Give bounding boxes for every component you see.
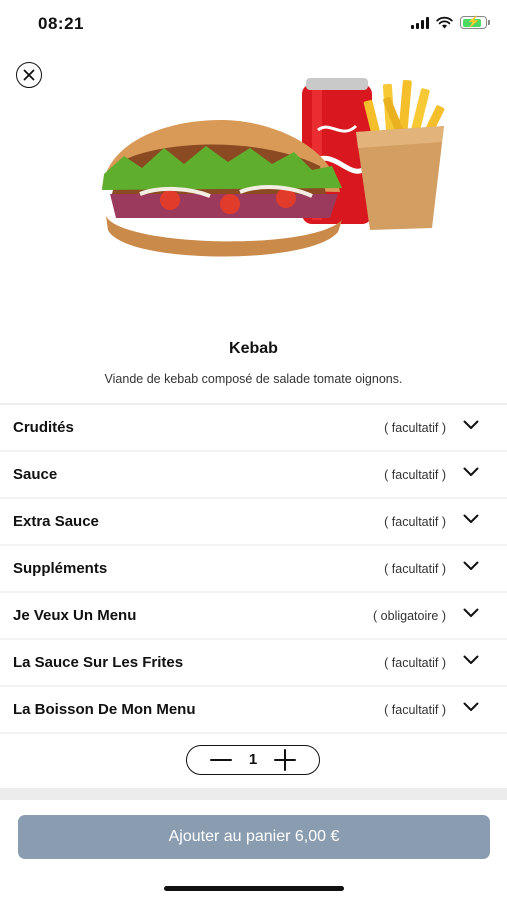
option-label: Sauce — [13, 466, 58, 483]
option-label: Crudités — [13, 419, 74, 436]
option-row-sauce[interactable]: Sauce ( facultatif ) — [0, 452, 507, 497]
option-label: Je Veux Un Menu — [13, 607, 137, 624]
option-requirement: ( facultatif ) — [384, 514, 446, 529]
option-row-menu-drink[interactable]: La Boisson De Mon Menu ( facultatif ) — [0, 687, 507, 732]
product-title: Kebab — [229, 340, 278, 357]
option-requirement: ( facultatif ) — [384, 655, 446, 670]
option-requirement: ( facultatif ) — [384, 561, 446, 576]
option-row-crudites[interactable]: Crudités ( facultatif ) — [0, 403, 507, 450]
chevron-down-icon — [463, 655, 479, 664]
divider — [0, 788, 507, 800]
option-row-supplements[interactable]: Suppléments ( facultatif ) — [0, 546, 507, 591]
status-icons: ⚡ — [411, 16, 490, 29]
chevron-down-icon — [463, 467, 479, 476]
option-requirement: ( facultatif ) — [384, 702, 446, 717]
fries-icon — [356, 79, 445, 230]
close-button[interactable] — [16, 62, 42, 88]
option-requirement: ( facultatif ) — [384, 420, 446, 435]
status-bar: 08:21 ⚡ — [0, 0, 507, 46]
quantity-section: 1 — [0, 736, 507, 788]
chevron-down-icon — [463, 420, 479, 429]
option-label: La Boisson De Mon Menu — [13, 701, 196, 718]
option-requirement: ( obligatoire ) — [373, 608, 446, 623]
battery-charging-icon: ⚡ — [460, 16, 490, 29]
chevron-down-icon — [463, 608, 479, 617]
status-time: 08:21 — [38, 14, 84, 33]
plus-icon[interactable] — [273, 749, 297, 771]
chevron-down-icon — [463, 514, 479, 523]
chevron-down-icon — [463, 561, 479, 570]
option-row-extra-sauce[interactable]: Extra Sauce ( facultatif ) — [0, 499, 507, 544]
option-requirement: ( facultatif ) — [384, 467, 446, 482]
chevron-down-icon — [463, 702, 479, 711]
options-list: Crudités ( facultatif ) Sauce ( facultat… — [0, 403, 507, 734]
add-to-cart-button[interactable]: Ajouter au panier 6,00 € — [18, 815, 490, 859]
option-row-fries-sauce[interactable]: La Sauce Sur Les Frites ( facultatif ) — [0, 640, 507, 685]
product-image — [102, 78, 445, 257]
option-row-menu[interactable]: Je Veux Un Menu ( obligatoire ) — [0, 593, 507, 638]
home-indicator — [164, 886, 344, 891]
product-description: Viande de kebab composé de salade tomate… — [104, 372, 403, 386]
quantity-stepper: 1 — [186, 745, 320, 775]
close-icon — [23, 69, 35, 81]
option-label: Extra Sauce — [13, 513, 99, 530]
cellular-signal-icon — [411, 16, 429, 29]
option-label: La Sauce Sur Les Frites — [13, 654, 184, 671]
quantity-value: 1 — [248, 751, 258, 768]
option-label: Suppléments — [13, 560, 108, 577]
wifi-icon — [436, 16, 453, 29]
